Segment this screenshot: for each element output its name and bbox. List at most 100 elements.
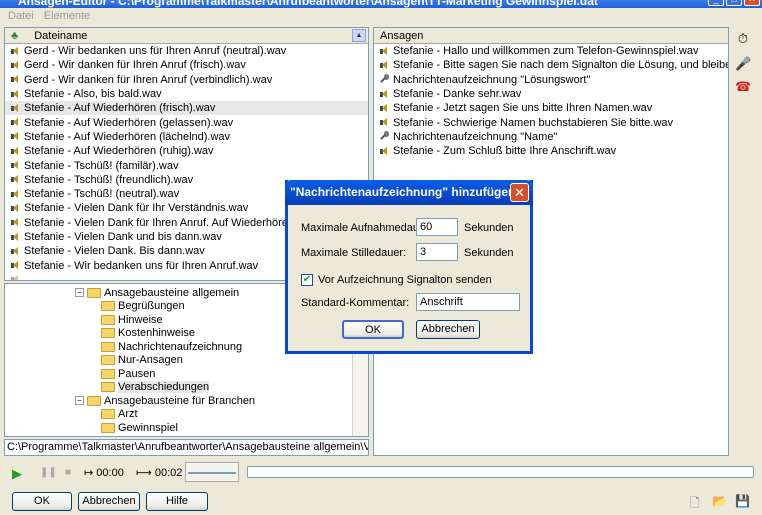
microphone-icon — [379, 131, 390, 142]
ansage-item[interactable]: Nachrichtenaufzeichnung "Name" — [374, 130, 728, 144]
help-button[interactable]: Hilfe — [146, 492, 208, 511]
stop-icon[interactable]: ■ — [65, 467, 71, 478]
start-time: ↦ 00:00 — [84, 467, 124, 479]
list-item[interactable]: Stefanie - Also, bis bald.wav — [5, 87, 368, 101]
folder-icon — [101, 368, 115, 379]
ansage-item[interactable]: Stefanie - Jetzt sagen Sie uns bitte Ihr… — [374, 101, 728, 115]
speaker-icon — [379, 60, 390, 71]
tree-item[interactable]: Arzt — [5, 408, 368, 422]
open-folder-icon[interactable]: 📂 — [712, 494, 727, 508]
folder-icon — [101, 382, 115, 393]
list-item[interactable]: Gerd - Wir bedanken uns für Ihren Anruf … — [5, 44, 368, 58]
list-item[interactable]: Stefanie - Auf Wiederhören (lächelnd).wa… — [5, 130, 368, 144]
start-marker-icon: ↦ — [84, 467, 94, 479]
tree-item[interactable]: Gewinnspiel — [5, 421, 368, 435]
folder-icon — [101, 301, 115, 312]
tree-item-label: Gewinnspiel — [118, 421, 178, 434]
tree-item-label: Nur-Ansagen — [118, 354, 183, 367]
ansagen-header[interactable]: Ansagen — [374, 28, 728, 44]
list-item[interactable]: Stefanie - Auf Wiederhören (frisch).wav — [5, 101, 368, 116]
speaker-icon — [379, 89, 390, 100]
tree-item[interactable]: Nur-Ansagen — [5, 354, 368, 368]
speaker-icon — [379, 117, 390, 128]
ansage-item[interactable]: Stefanie - Schwierige Namen buchstabiere… — [374, 115, 728, 129]
list-item-label: Stefanie - Tschüß! (neutral).wav — [24, 188, 180, 201]
window-title: Ansagen-Editor - C:\Programme\Talkmaster… — [18, 0, 598, 8]
new-file-icon[interactable]: 🗋 — [690, 494, 700, 515]
list-item-label: Stefanie - Auf Wiederhören (lächelnd).wa… — [24, 130, 231, 143]
volume-slider[interactable] — [185, 462, 239, 482]
max-silence-label: Maximale Stilledauer: — [301, 247, 407, 259]
list-item[interactable]: Stefanie - Tschüß! (familär).wav — [5, 158, 368, 172]
tree-item-label: Arzt — [118, 408, 138, 421]
max-duration-unit: Sekunden — [464, 222, 514, 234]
minimize-icon[interactable]: _ — [708, 0, 724, 6]
folder-icon — [101, 314, 115, 325]
list-item-label: Gerd - Wir danken für Ihren Anruf (frisc… — [24, 59, 246, 72]
beep-checkbox[interactable]: ✔ — [301, 274, 313, 286]
speaker-icon — [10, 160, 21, 171]
volume-track — [188, 472, 236, 474]
folder-icon — [101, 328, 115, 339]
tree-item[interactable]: Pausen — [5, 367, 368, 381]
save-icon[interactable]: 💾 — [735, 494, 750, 508]
ansage-item[interactable]: Stefanie - Hallo und willkommen zum Tele… — [374, 44, 728, 58]
collapse-icon[interactable]: − — [75, 288, 84, 298]
phone-icon[interactable]: ☎ — [735, 79, 751, 95]
list-item-label: Stefanie - Auf Wiederhören (gelassen).wa… — [24, 116, 234, 129]
tree-item-label: Ansagebausteine für Branchen — [104, 394, 256, 407]
file-list-header[interactable]: ♣ Dateiname ▲ — [5, 28, 368, 44]
dialog-close-icon[interactable]: ✕ — [510, 183, 529, 202]
list-item[interactable]: Stefanie - Auf Wiederhören (gelassen).wa… — [5, 115, 368, 129]
folder-icon — [101, 341, 115, 352]
speaker-icon — [10, 46, 21, 57]
ok-button[interactable]: OK — [12, 492, 72, 511]
collapse-icon[interactable]: − — [75, 396, 84, 406]
speaker-icon — [10, 117, 21, 128]
list-item[interactable]: Gerd - Wir danken für Ihren Anruf (verbi… — [5, 73, 368, 87]
comment-input[interactable]: Anschrift — [416, 293, 520, 311]
microphone-icon[interactable]: 🎤 — [735, 56, 751, 72]
ansage-item-label: Stefanie - Hallo und willkommen zum Tele… — [393, 45, 699, 58]
ansage-item[interactable]: Stefanie - Danke sehr.wav — [374, 87, 728, 101]
ansage-item-label: Nachrichtenaufzeichnung "Lösungswort" — [393, 73, 591, 86]
dialog-ok-button[interactable]: OK — [342, 320, 404, 339]
folder-icon — [101, 422, 115, 433]
dialog-title-bar: "Nachrichtenaufzeichnung" hinzufügen ✕ — [285, 180, 533, 205]
max-duration-input[interactable]: 60 — [416, 218, 458, 236]
list-item-label: Stefanie - Vielen Dank. Bis dann.wav — [24, 245, 205, 258]
progress-bar — [247, 466, 754, 478]
ansage-item-label: Stefanie - Zum Schluß bitte Ihre Anschri… — [393, 145, 617, 158]
window-controls: _ □ ✕ — [708, 0, 760, 6]
stopwatch-icon[interactable]: ⏱ — [735, 31, 751, 47]
add-recording-dialog: "Nachrichtenaufzeichnung" hinzufügen ✕ M… — [285, 180, 533, 354]
speaker-icon — [10, 60, 21, 71]
menu-datei[interactable]: Datei — [8, 10, 34, 26]
microphone-icon — [379, 74, 390, 85]
list-item[interactable]: Gerd - Wir danken für Ihren Anruf (frisc… — [5, 58, 368, 72]
cancel-button[interactable]: Abbrechen — [78, 492, 140, 511]
play-icon[interactable]: ▶ — [12, 466, 22, 482]
tree-item-label: Pausen — [118, 367, 156, 380]
list-item[interactable]: Stefanie - Auf Wiederhören (ruhig).wav — [5, 144, 368, 158]
folder-up-icon: ♣ — [11, 29, 19, 42]
list-item-label: Stefanie - Vielen Dank für Ihr Verständn… — [24, 202, 249, 215]
tree-item[interactable]: − Ansagebausteine für Branchen — [5, 394, 368, 408]
list-item-label: Stefanie - Tschüß! (freundlich).wav — [24, 173, 194, 186]
maximize-icon[interactable]: □ — [726, 0, 742, 6]
ansage-item[interactable]: Stefanie - Bitte sagen Sie nach dem Sign… — [374, 58, 728, 72]
tree-item[interactable]: Verabschiedungen — [5, 381, 368, 395]
speaker-icon — [10, 260, 21, 271]
dialog-cancel-button[interactable]: Abbrechen — [416, 320, 480, 339]
tree-item-label: Nachrichtenaufzeichnung — [118, 340, 243, 353]
ansage-item[interactable]: Stefanie - Zum Schluß bitte Ihre Anschri… — [374, 144, 728, 158]
ansage-item[interactable]: Nachrichtenaufzeichnung "Lösungswort" — [374, 73, 728, 87]
ansage-item-label: Stefanie - Bitte sagen Sie nach dem Sign… — [393, 59, 728, 72]
menu-elemente[interactable]: Elemente — [44, 10, 90, 26]
beep-label: Vor Aufzeichnung Signalton senden — [318, 274, 492, 286]
sort-arrow-icon[interactable]: ▲ — [352, 29, 366, 42]
dialog-title: "Nachrichtenaufzeichnung" hinzufügen — [290, 185, 516, 199]
close-icon[interactable]: ✕ — [744, 0, 760, 6]
max-silence-input[interactable]: 3 — [416, 243, 458, 261]
pause-icon[interactable]: ❚❚ — [40, 467, 57, 478]
